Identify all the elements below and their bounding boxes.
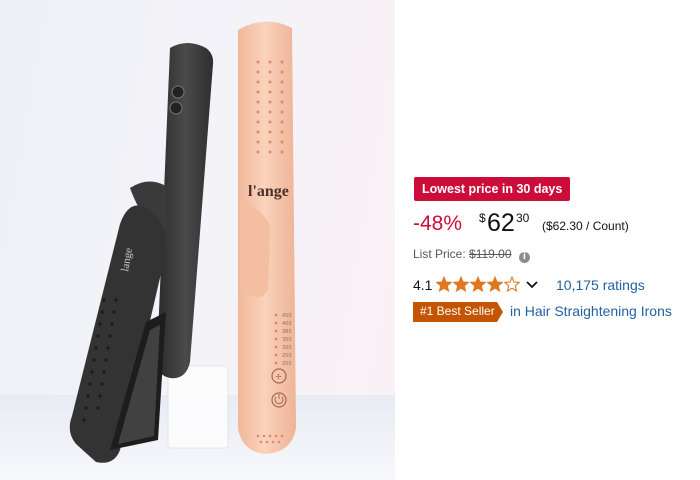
unit-price: ($62.30 / Count) bbox=[542, 219, 629, 233]
product-image[interactable]: lange l'ange 450 400 380 350 300 250 200… bbox=[0, 0, 395, 480]
list-price-label: List Price: bbox=[413, 247, 466, 261]
chevron-down-icon[interactable] bbox=[525, 276, 539, 294]
brand-mark-text: l'ange bbox=[248, 183, 289, 200]
temp-mark: 250 bbox=[282, 353, 292, 359]
price-fraction: 30 bbox=[516, 211, 530, 225]
discount-percent: -48% bbox=[413, 212, 463, 235]
pink-iron: l'ange 450 400 380 350 300 250 200 ✢ bbox=[238, 21, 296, 454]
ratings-count-link[interactable]: 10,175 ratings bbox=[556, 277, 645, 293]
info-icon[interactable]: i bbox=[518, 252, 530, 263]
temp-mark: 200 bbox=[282, 361, 292, 367]
temp-mark: 450 bbox=[282, 313, 292, 319]
product-image-art: lange l'ange 450 400 380 350 300 250 200… bbox=[0, 21, 395, 480]
star-icon bbox=[504, 276, 520, 292]
buy-box-summary: Lowest price in 30 days -48% $ 62 30 ($6… bbox=[395, 0, 700, 480]
temp-mark: 300 bbox=[282, 345, 292, 351]
list-price-value: $119.00 bbox=[469, 247, 512, 261]
temp-mark: 350 bbox=[282, 337, 292, 343]
best-seller-category-link[interactable]: in Hair Straightening Irons bbox=[510, 303, 672, 319]
star-icon bbox=[487, 276, 503, 292]
best-seller-badge[interactable]: #1 Best Seller bbox=[420, 304, 495, 318]
temp-mark: 380 bbox=[282, 329, 292, 335]
rating-value[interactable]: 4.1 bbox=[413, 277, 432, 293]
list-price-row: List Price: $119.00 i bbox=[413, 247, 530, 263]
price-symbol: $ bbox=[479, 211, 486, 225]
star-icon bbox=[470, 276, 486, 292]
price-whole: 62 bbox=[487, 209, 515, 237]
star-icon bbox=[436, 276, 452, 292]
temp-mark: 400 bbox=[282, 321, 292, 327]
svg-text:✢: ✢ bbox=[276, 373, 282, 381]
deal-badge: Lowest price in 30 days bbox=[414, 177, 571, 201]
acrylic-block bbox=[167, 365, 229, 449]
star-icon bbox=[453, 276, 469, 292]
